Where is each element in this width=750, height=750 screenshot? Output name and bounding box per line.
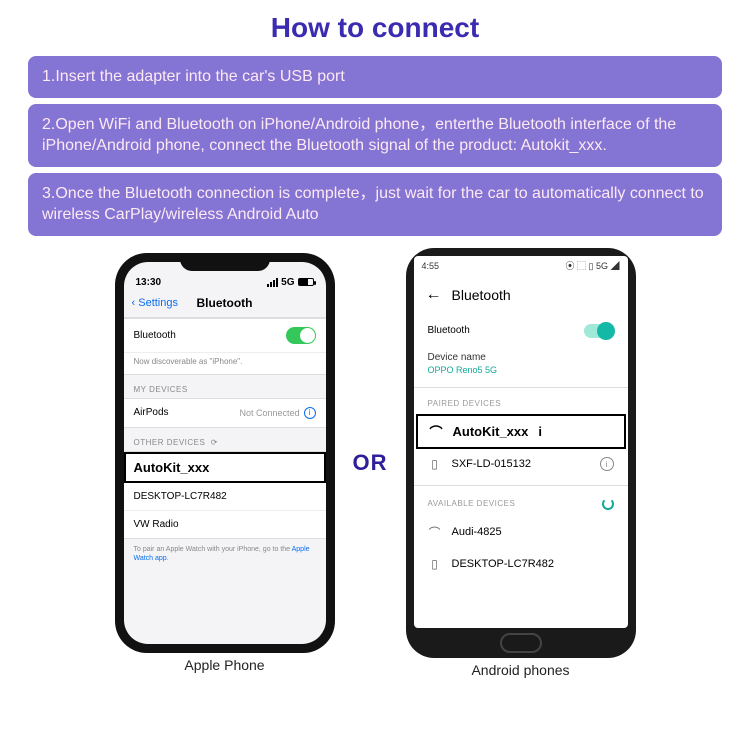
step-card-3: 3.Once the Bluetooth connection is compl… [28, 173, 722, 236]
available-devices-header: AVAILABLE DEVICES [414, 486, 628, 516]
device-label: AutoKit_xxx [134, 460, 210, 475]
pair-note: To pair an Apple Watch with your iPhone,… [124, 539, 326, 569]
bluetooth-toggle-row[interactable]: Bluetooth [414, 314, 628, 348]
phone-icon: ▯ [428, 557, 442, 571]
my-devices-header: MY DEVICES [124, 375, 326, 398]
autokit-row[interactable]: ⌒ AutoKit_xxx i [416, 414, 626, 449]
home-button[interactable] [500, 633, 542, 653]
info-icon[interactable]: i [538, 424, 542, 439]
device-name-value: OPPO Reno5 5G [428, 365, 614, 375]
iphone-notch [180, 253, 270, 271]
spinner-icon [602, 498, 614, 510]
device-name-row[interactable]: Device name OPPO Reno5 5G [414, 348, 628, 387]
device-label: SXF-LD-015132 [452, 458, 532, 470]
audi-row[interactable]: ⌒ Audi-4825 [414, 516, 628, 549]
headset-icon: ⌒ [428, 524, 442, 541]
android-screen: 4:55 ⦿ ⬚ ▯ 5G ◢ ← Bluetooth Bluetooth De… [414, 256, 628, 628]
android-column: 4:55 ⦿ ⬚ ▯ 5G ◢ ← Bluetooth Bluetooth De… [406, 248, 636, 678]
device-label: DESKTOP-LC7R482 [452, 558, 555, 570]
phones-row: 13:30 5G ‹ Settings Bluetooth Bluetooth [28, 248, 722, 678]
device-label: AutoKit_xxx [453, 424, 529, 439]
or-label: OR [353, 450, 388, 476]
android-time: 4:55 [422, 261, 440, 271]
step-card-1: 1.Insert the adapter into the car's USB … [28, 56, 722, 98]
step-card-2: 2.Open WiFi and Bluetooth on iPhone/Andr… [28, 104, 722, 167]
device-label: Audi-4825 [452, 526, 502, 538]
desktop-row[interactable]: DESKTOP-LC7R482 [124, 483, 326, 511]
iphone-time: 13:30 [136, 277, 162, 288]
autokit-row[interactable]: AutoKit_xxx [124, 452, 326, 483]
iphone-screen: 13:30 5G ‹ Settings Bluetooth Bluetooth [124, 262, 326, 644]
back-link[interactable]: ‹ Settings [132, 297, 178, 309]
device-label: VW Radio [134, 519, 179, 530]
android-caption: Android phones [471, 662, 569, 678]
iphone-caption: Apple Phone [184, 657, 264, 673]
toggle-on-icon[interactable] [286, 327, 316, 344]
toggle-on-icon[interactable] [584, 324, 614, 338]
android-frame: 4:55 ⦿ ⬚ ▯ 5G ◢ ← Bluetooth Bluetooth De… [406, 248, 636, 658]
discoverable-text: Now discoverable as "iPhone". [124, 353, 326, 374]
phone-icon: ▯ [428, 457, 442, 471]
device-label: AirPods [134, 407, 169, 418]
iphone-frame: 13:30 5G ‹ Settings Bluetooth Bluetooth [115, 253, 335, 653]
other-devices-header: OTHER DEVICES ⟳ [124, 428, 326, 451]
nav-title: Bluetooth [452, 287, 511, 303]
not-connected-label: Not Connected [239, 408, 299, 418]
status-icons: ⦿ ⬚ ▯ 5G ◢ [566, 259, 620, 272]
bluetooth-label: Bluetooth [134, 330, 176, 341]
device-label: DESKTOP-LC7R482 [134, 491, 227, 502]
iphone-navbar: ‹ Settings Bluetooth [124, 290, 326, 318]
battery-icon [298, 278, 314, 286]
headset-icon: ⌒ [430, 422, 443, 441]
device-name-label: Device name [428, 352, 614, 363]
back-arrow-icon[interactable]: ← [426, 286, 442, 304]
iphone-column: 13:30 5G ‹ Settings Bluetooth Bluetooth [115, 253, 335, 673]
page-title: How to connect [28, 12, 722, 44]
desktop-row[interactable]: ▯ DESKTOP-LC7R482 [414, 549, 628, 579]
android-statusbar: 4:55 ⦿ ⬚ ▯ 5G ◢ [414, 256, 628, 276]
bluetooth-toggle-section: Bluetooth Now discoverable as "iPhone". [124, 318, 326, 375]
network-label: 5G [281, 277, 294, 288]
bluetooth-toggle-row[interactable]: Bluetooth [124, 319, 326, 353]
nav-title: Bluetooth [197, 296, 253, 310]
bluetooth-label: Bluetooth [428, 325, 470, 336]
sxf-row[interactable]: ▯ SXF-LD-015132 i [414, 449, 628, 479]
paired-devices-header: PAIRED DEVICES [414, 387, 628, 414]
info-icon[interactable]: i [304, 407, 316, 419]
android-navbar: ← Bluetooth [414, 276, 628, 314]
vwradio-row[interactable]: VW Radio [124, 511, 326, 538]
signal-icon [267, 278, 278, 287]
info-icon[interactable]: i [600, 457, 614, 471]
airpods-row[interactable]: AirPods Not Connected i [124, 399, 326, 427]
